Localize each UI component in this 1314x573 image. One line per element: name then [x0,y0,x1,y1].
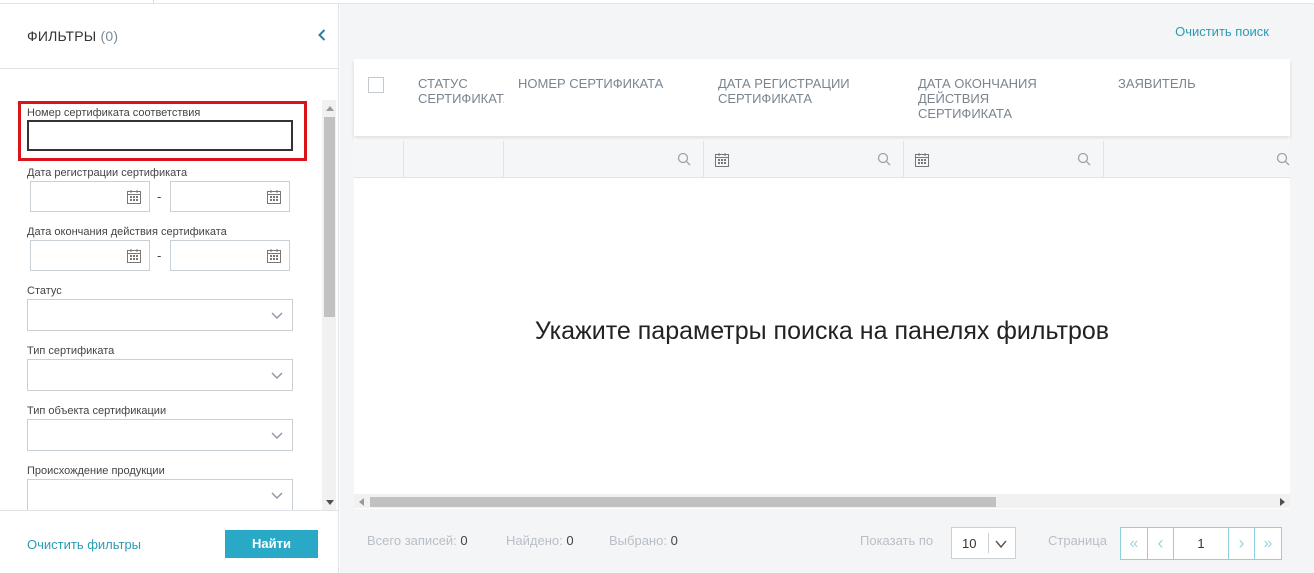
filters-header: ФИЛЬТРЫ (0) [0,4,338,69]
next-page-button[interactable]: › [1229,528,1255,559]
column-header-end-date[interactable]: ДАТА ОКОНЧАНИЯ ДЕЙСТВИЯ СЕРТИФИКАТА [918,76,1068,121]
clear-search-link[interactable]: Очистить поиск [1175,24,1269,39]
filters-title: ФИЛЬТРЫ (0) [27,28,118,44]
status-select[interactable] [27,299,293,331]
calendar-icon[interactable] [266,189,282,205]
chevron-left-icon [318,29,326,41]
calendar-icon[interactable] [914,152,930,168]
end-date-to-input[interactable] [170,240,290,271]
prev-page-button[interactable]: ‹ [1148,528,1174,559]
grid-filter-row [354,141,1290,178]
scroll-left-arrow-icon[interactable] [359,498,364,506]
selected-records: Выбрано: 0 [609,533,678,548]
filter-cell-applicant[interactable] [1104,141,1290,178]
total-label: Всего записей: [367,533,457,548]
column-header-status[interactable]: СТАТУС СЕРТИФИКАТА [418,76,504,108]
cert-type-label: Тип сертификата [27,345,115,357]
search-icon[interactable] [677,152,691,166]
found-records: Найдено: 0 [506,533,574,548]
filter-cell-reg-date[interactable] [704,141,904,178]
current-page-input[interactable]: 1 [1174,528,1229,559]
collapse-panel-button[interactable] [313,26,331,44]
grid-scroll-thumb[interactable] [370,497,996,507]
show-by-label: Показать по [860,533,934,548]
search-icon[interactable] [1077,152,1091,166]
origin-select[interactable] [27,479,293,510]
calendar-icon[interactable] [126,248,142,264]
filters-scroll-thumb[interactable] [324,117,335,317]
origin-label: Происхождение продукции [27,465,165,477]
focus-highlight [18,101,307,161]
status-label: Статус [27,285,62,297]
results-area: Очистить поиск СТАТУС СЕРТИФИКАТА НОМЕР … [340,4,1314,573]
column-header-number[interactable]: НОМЕР СЕРТИФИКАТА [518,76,704,91]
calendar-icon[interactable] [126,189,142,205]
filter-cell-status [404,141,504,178]
reg-date-label: Дата регистрации сертификата [27,167,188,179]
page-size-value: 10 [962,536,977,551]
last-page-button[interactable]: » [1255,528,1281,559]
column-header-applicant[interactable]: ЗАЯВИТЕЛЬ [1118,76,1278,91]
grid-horizontal-scrollbar[interactable] [354,494,1290,508]
filters-footer: Очистить фильтры Найти [0,510,338,573]
empty-state-message: Укажите параметры поиска на панелях филь… [534,317,1110,345]
filter-cell-end-date[interactable] [904,141,1104,178]
selected-label: Выбрано: [609,533,667,548]
end-date-label: Дата окончания действия сертификата [27,226,227,238]
page-size-select[interactable]: 10 [951,527,1016,559]
found-label: Найдено: [506,533,563,548]
object-type-label: Тип объекта сертификации [27,405,167,417]
date-separator: - [157,248,162,263]
date-separator: - [157,189,162,204]
reg-date-to-input[interactable] [170,181,290,212]
total-value: 0 [460,533,468,548]
clear-filters-link[interactable]: Очистить фильтры [27,537,141,552]
chevron-down-icon [995,540,1007,549]
object-type-select[interactable] [27,419,293,451]
selected-value: 0 [670,533,678,548]
chevron-down-icon [271,432,283,439]
scroll-down-arrow-icon[interactable] [326,500,334,505]
filter-cell-number[interactable] [504,141,704,178]
calendar-icon[interactable] [266,248,282,264]
chevron-down-icon [271,492,283,499]
end-date-from-input[interactable] [30,240,150,271]
column-header-reg-date[interactable]: ДАТА РЕГИСТРАЦИИ СЕРТИФИКАТА [718,76,888,106]
select-all-checkbox[interactable] [368,77,384,93]
chevron-down-icon [271,312,283,319]
grid-header: СТАТУС СЕРТИФИКАТА НОМЕР СЕРТИФИКАТА ДАТ… [354,59,1290,136]
filter-cell-checkbox [354,141,404,178]
cert-type-select[interactable] [27,359,293,391]
search-icon[interactable] [877,152,891,166]
chevron-down-icon [271,372,283,379]
pagination: « ‹ 1 › » [1120,527,1282,560]
reg-date-from-input[interactable] [30,181,150,212]
results-grid: СТАТУС СЕРТИФИКАТА НОМЕР СЕРТИФИКАТА ДАТ… [354,59,1290,509]
filters-title-text: ФИЛЬТРЫ [27,28,97,44]
search-icon[interactable] [1276,152,1290,166]
filters-panel: ФИЛЬТРЫ (0) Номер сертификата соответств… [0,4,339,573]
filters-body: Номер сертификата соответствия Дата реги… [0,70,338,510]
total-records: Всего записей: 0 [367,533,468,548]
first-page-button[interactable]: « [1121,528,1148,559]
found-value: 0 [566,533,574,548]
filters-count: (0) [100,28,119,44]
calendar-icon[interactable] [714,152,730,168]
scroll-up-arrow-icon[interactable] [326,106,334,111]
find-button[interactable]: Найти [225,530,318,558]
page-label: Страница [1048,533,1107,548]
scroll-right-arrow-icon[interactable] [1280,498,1285,506]
